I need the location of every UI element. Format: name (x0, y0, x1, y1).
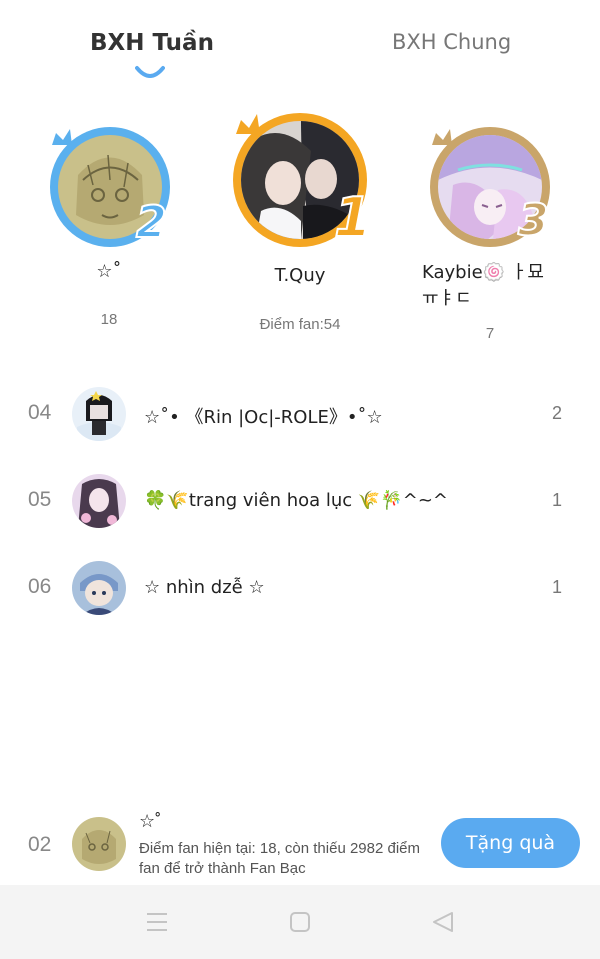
ranking-tabs: BXH Tuần BXH Chung (0, 0, 600, 90)
gift-button[interactable]: Tặng quà (441, 818, 580, 868)
tab-indicator (135, 66, 165, 78)
podium-score: Điểm fan:54 (259, 316, 341, 333)
row-score: 2 (551, 403, 562, 423)
tab-bxh-tuan[interactable]: BXH Tuần (90, 30, 214, 56)
podium-rank-1[interactable]: 1 T.Quy Điểm fan:54 (230, 110, 375, 340)
podium-name: ☆˚ (96, 261, 122, 282)
podium-score: 7 (485, 325, 495, 342)
avatar (72, 474, 126, 528)
back-icon[interactable] (430, 909, 458, 935)
row-rank: 06 (28, 575, 52, 598)
podium-rank-2[interactable]: 2 ☆˚ 18 (48, 125, 178, 335)
my-name: ☆˚ (139, 811, 162, 831)
podium-score: 18 (100, 311, 118, 328)
rank-badge: 2 (135, 196, 168, 249)
rank-badge: 3 (517, 194, 550, 247)
row-score: 1 (551, 577, 562, 597)
my-rank-bar: 02 ☆˚ Điểm fan hiện tại: 18, còn thiếu 2… (0, 805, 600, 885)
menu-icon[interactable] (143, 909, 171, 935)
row-name: ☆ nhìn dzễ ☆ (144, 577, 265, 598)
podium-name: Kaybie🍥 ㅏ묘ㅠㅑㄷ (422, 262, 544, 309)
my-progress-text: Điểm fan hiện tại: 18, còn thiếu 2982 đi… (139, 840, 421, 877)
row-name: 🍀🌾trang viên hoa lục 🌾🎋^~^ (144, 490, 448, 511)
list-item[interactable]: 04 ☆˚• 《Rin |Oc|-ROLE》•˚☆ 2 (0, 383, 600, 453)
system-navbar (0, 885, 600, 959)
podium-name: T.Quy (274, 265, 326, 286)
avatar (72, 387, 126, 441)
tab-bxh-chung[interactable]: BXH Chung (392, 30, 511, 54)
avatar (72, 561, 126, 615)
podium: 2 ☆˚ 18 1 T.Quy Điểm fan:54 3 Kaybie🍥 ㅏ묘… (0, 105, 600, 355)
row-score: 1 (551, 490, 562, 510)
row-name: ☆˚• 《Rin |Oc|-ROLE》•˚☆ (144, 407, 383, 428)
list-item[interactable]: 05 🍀🌾trang viên hoa lục 🌾🎋^~^ 1 (0, 470, 600, 540)
list-item[interactable]: 06 ☆ nhìn dzễ ☆ 1 (0, 557, 600, 627)
row-rank: 04 (28, 401, 52, 424)
avatar (72, 817, 126, 871)
row-rank: 05 (28, 488, 52, 511)
rank-badge: 1 (333, 185, 373, 250)
home-icon[interactable] (286, 909, 314, 935)
my-rank: 02 (28, 833, 52, 856)
podium-rank-3[interactable]: 3 Kaybie🍥 ㅏ묘ㅠㅑㄷ 7 (420, 125, 570, 350)
